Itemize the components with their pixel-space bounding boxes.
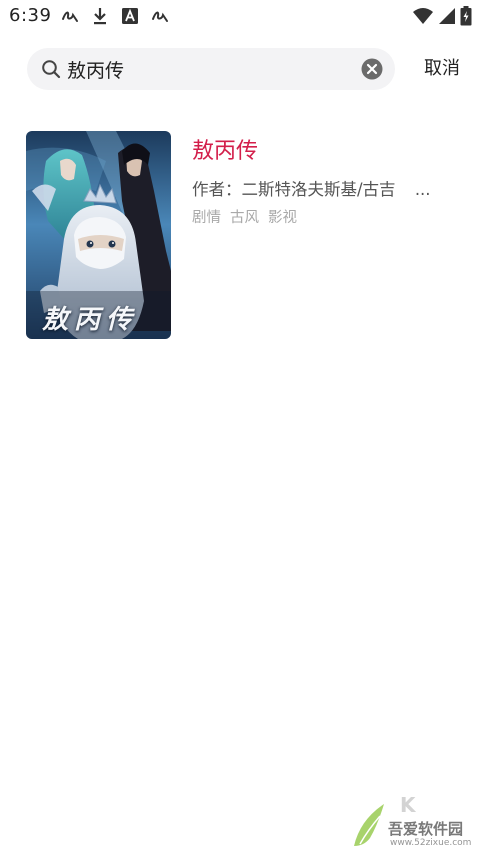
search-input[interactable] bbox=[67, 54, 347, 84]
search-bar-row: 取消 bbox=[0, 48, 480, 90]
status-notification-icons bbox=[60, 6, 170, 26]
notification-scribble-icon bbox=[60, 6, 80, 26]
watermark-url: www.52zixue.com bbox=[390, 838, 472, 848]
watermark-brand: 吾爱软件园 bbox=[388, 820, 464, 838]
clear-search-icon[interactable] bbox=[361, 58, 383, 80]
font-a-icon bbox=[120, 6, 140, 26]
search-icon bbox=[41, 59, 61, 79]
notification-scribble-icon bbox=[150, 6, 170, 26]
wifi-icon bbox=[412, 6, 434, 26]
cancel-button[interactable]: 取消 bbox=[420, 54, 464, 84]
result-author: 作者：二斯特洛夫斯基/古吉 ... bbox=[192, 176, 454, 200]
tag: 剧情 bbox=[192, 210, 221, 226]
cover-title-text: 敖丙传 bbox=[42, 305, 139, 335]
search-box[interactable] bbox=[27, 48, 395, 90]
svg-text:K: K bbox=[400, 793, 418, 817]
status-time: 6:39 bbox=[9, 5, 52, 26]
battery-charging-icon bbox=[460, 6, 472, 26]
result-tags: 剧情 古风 影视 bbox=[192, 206, 297, 227]
search-result-item[interactable]: 敖丙传 作者：二斯特洛夫斯基/古吉 ... 剧情 古风 影视 敖丙传 bbox=[26, 131, 456, 339]
tag: 影视 bbox=[268, 210, 297, 226]
author-ellipsis: ... bbox=[414, 180, 431, 199]
watermark-logo: K 吾爱软件园 www.52zixue.com bbox=[350, 790, 478, 852]
download-icon bbox=[90, 6, 110, 26]
status-system-icons bbox=[412, 6, 472, 26]
tag: 古风 bbox=[230, 210, 259, 226]
status-bar: 6:39 bbox=[0, 0, 480, 34]
cellular-signal-icon bbox=[438, 6, 456, 26]
result-title[interactable]: 敖丙传 bbox=[192, 133, 258, 165]
result-author-text: 作者：二斯特洛夫斯基/古吉 bbox=[192, 180, 396, 199]
